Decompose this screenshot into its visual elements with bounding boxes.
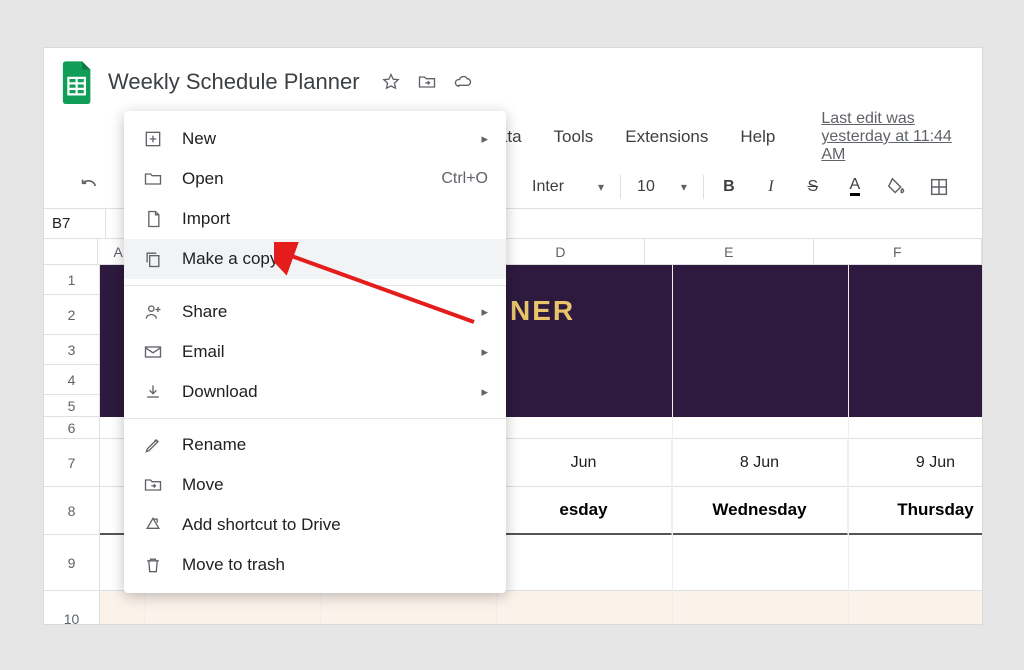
file-menu-download[interactable]: Download ▸ xyxy=(124,372,506,412)
row-header-7[interactable]: 7 xyxy=(44,439,100,487)
file-menu-import[interactable]: Import xyxy=(124,199,506,239)
file-menu-open[interactable]: Open Ctrl+O xyxy=(124,159,506,199)
file-icon xyxy=(142,208,164,230)
cell-day-F[interactable]: Thursday xyxy=(848,487,983,535)
strikethrough-button[interactable]: S xyxy=(796,172,830,202)
cell-date-D[interactable]: Jun xyxy=(496,439,672,487)
cell-date-F[interactable]: 9 Jun xyxy=(848,439,983,487)
borders-button[interactable] xyxy=(922,172,956,202)
font-name: Inter xyxy=(532,178,564,196)
cloud-status-icon[interactable] xyxy=(450,69,476,95)
menu-help[interactable]: Help xyxy=(730,123,785,151)
file-menu-make-a-copy[interactable]: Make a copy xyxy=(124,239,506,279)
text-color-button[interactable]: A xyxy=(838,172,872,202)
row-header-3[interactable]: 3 xyxy=(44,335,100,365)
last-edit-link[interactable]: Last edit was yesterday at 11:44 AM xyxy=(821,110,966,164)
file-menu-dropdown: New ▸ Open Ctrl+O Import Make a copy Sha… xyxy=(124,111,506,593)
file-menu-move-to-trash[interactable]: Move to trash xyxy=(124,545,506,585)
row-header-10[interactable]: 10 xyxy=(44,591,100,625)
highlighted-row xyxy=(100,591,983,625)
row-header-4[interactable]: 4 xyxy=(44,365,100,395)
document-title[interactable]: Weekly Schedule Planner xyxy=(108,69,360,95)
download-icon xyxy=(142,381,164,403)
cell-day-E[interactable]: Wednesday xyxy=(672,487,848,535)
cell-day-D[interactable]: esday xyxy=(496,487,672,535)
row-header-9[interactable]: 9 xyxy=(44,535,100,591)
pencil-icon xyxy=(142,434,164,456)
title-bar: Weekly Schedule Planner xyxy=(44,48,982,106)
undo-button[interactable] xyxy=(72,172,106,202)
bold-button[interactable]: B xyxy=(712,172,746,202)
folder-icon xyxy=(142,168,164,190)
menu-separator xyxy=(124,418,506,419)
submenu-arrow-icon: ▸ xyxy=(481,131,488,147)
separator xyxy=(620,175,621,199)
drive-shortcut-icon xyxy=(142,514,164,536)
sheets-logo-icon[interactable] xyxy=(60,58,96,106)
chevron-down-icon: ▾ xyxy=(681,180,687,194)
trash-icon xyxy=(142,554,164,576)
row-header-8[interactable]: 8 xyxy=(44,487,100,535)
submenu-arrow-icon: ▸ xyxy=(481,304,488,320)
menu-tools[interactable]: Tools xyxy=(544,123,604,151)
italic-button[interactable]: I xyxy=(754,172,788,202)
row-header-1[interactable]: 1 xyxy=(44,265,100,295)
font-selector[interactable]: Inter ▾ xyxy=(524,178,612,196)
move-to-folder-icon[interactable] xyxy=(414,69,440,95)
submenu-arrow-icon: ▸ xyxy=(481,384,488,400)
copy-icon xyxy=(142,248,164,270)
select-all-corner[interactable] xyxy=(44,239,98,264)
chevron-down-icon: ▾ xyxy=(598,180,604,194)
menu-separator xyxy=(124,285,506,286)
file-menu-move[interactable]: Move xyxy=(124,465,506,505)
file-menu-email[interactable]: Email ▸ xyxy=(124,332,506,372)
star-icon[interactable] xyxy=(378,69,404,95)
col-header-E[interactable]: E xyxy=(645,239,813,264)
row-header-2[interactable]: 2 xyxy=(44,295,100,335)
name-box[interactable]: B7 xyxy=(44,209,106,238)
plus-square-icon xyxy=(142,128,164,150)
app-window: Weekly Schedule Planner File Edit View I… xyxy=(43,47,983,625)
font-size-selector[interactable]: 10 ▾ xyxy=(629,178,695,196)
cell-date-E[interactable]: 8 Jun xyxy=(672,439,848,487)
banner-title-fragment: NER xyxy=(510,295,575,327)
separator xyxy=(703,175,704,199)
row-header-6[interactable]: 6 xyxy=(44,417,100,439)
fill-color-button[interactable] xyxy=(880,172,914,202)
file-menu-new[interactable]: New ▸ xyxy=(124,119,506,159)
file-menu-rename[interactable]: Rename xyxy=(124,425,506,465)
row-header-5[interactable]: 5 xyxy=(44,395,100,417)
person-plus-icon xyxy=(142,301,164,323)
submenu-arrow-icon: ▸ xyxy=(481,344,488,360)
font-size: 10 xyxy=(637,178,655,196)
folder-move-icon xyxy=(142,474,164,496)
file-menu-share[interactable]: Share ▸ xyxy=(124,292,506,332)
col-header-F[interactable]: F xyxy=(814,239,982,264)
file-menu-add-shortcut[interactable]: Add shortcut to Drive xyxy=(124,505,506,545)
mail-icon xyxy=(142,341,164,363)
menu-extensions[interactable]: Extensions xyxy=(615,123,718,151)
